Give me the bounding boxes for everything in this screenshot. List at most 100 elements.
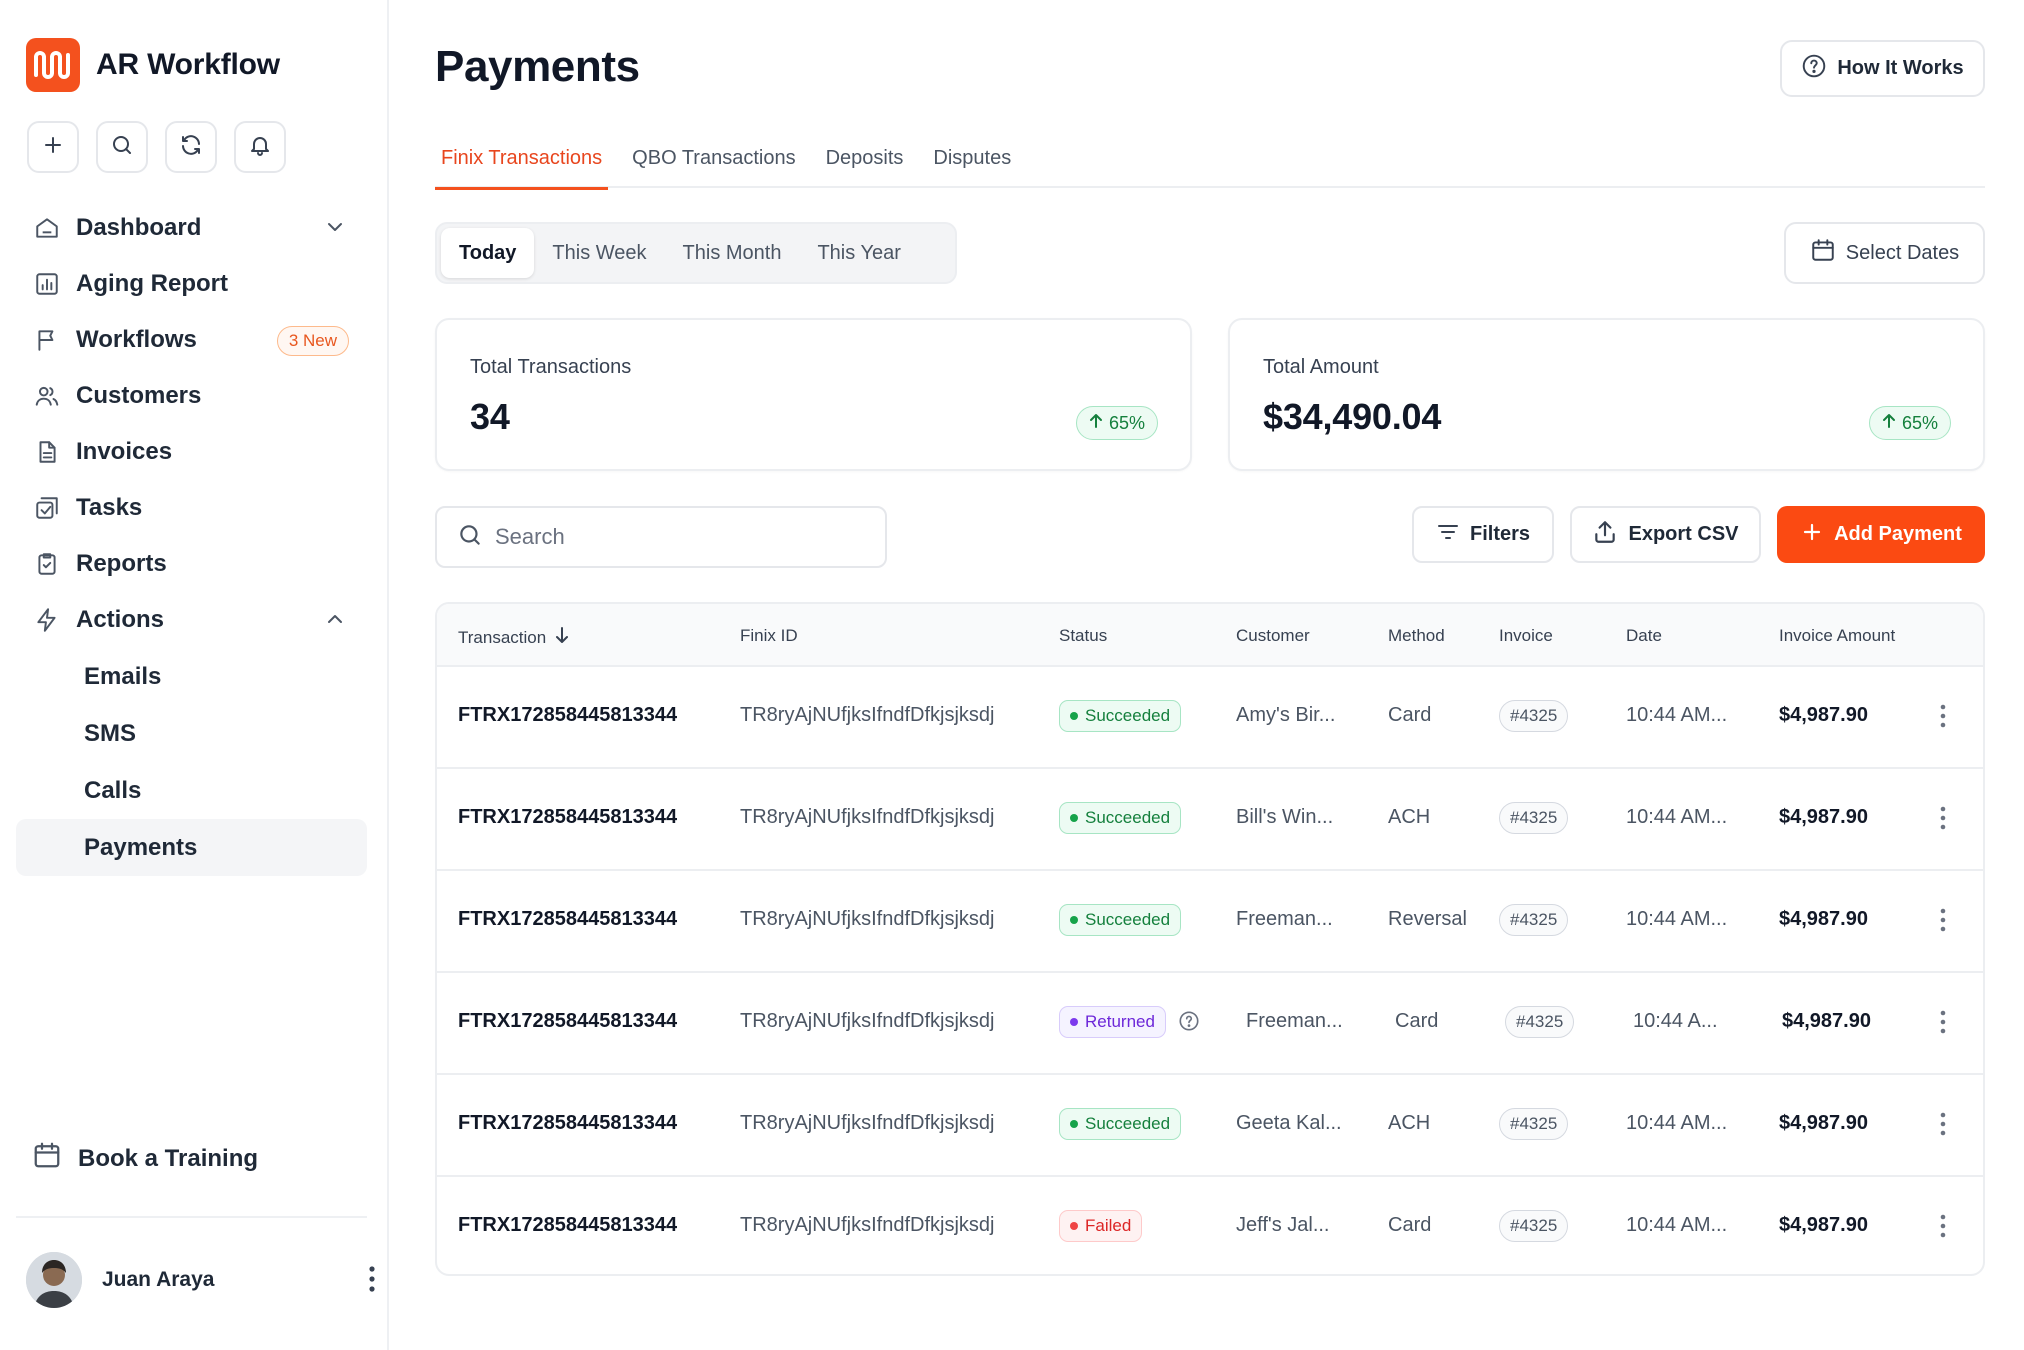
sidebar-item-aging-report[interactable]: Aging Report	[16, 256, 367, 312]
invoice-link[interactable]: #4325	[1499, 904, 1569, 936]
home-icon	[32, 213, 62, 243]
sidebar-item-dashboard[interactable]: Dashboard	[16, 200, 367, 256]
period-today[interactable]: Today	[441, 228, 535, 278]
table-row[interactable]: FTRX172858445813344 TR8ryAjNUfjksIfndfDf…	[437, 871, 1983, 973]
invoice-link[interactable]: #4325	[1505, 1006, 1575, 1038]
transaction-id: FTRX172858445813344	[458, 704, 678, 726]
select-dates-button[interactable]: Select Dates	[1784, 222, 1985, 284]
transaction-date: 10:44 A...	[1633, 1010, 1718, 1032]
chevron-up-icon[interactable]	[323, 607, 347, 638]
change-value: 65%	[1108, 412, 1145, 433]
status-dot	[1070, 814, 1078, 822]
table-row[interactable]: FTRX172858445813344 TR8ryAjNUfjksIfndfDf…	[437, 667, 1983, 769]
search-quick-button[interactable]	[96, 121, 148, 173]
add-quick-button[interactable]	[27, 121, 79, 173]
status-dot	[1070, 1120, 1078, 1128]
tab-deposits[interactable]: Deposits	[820, 140, 910, 188]
notifications-quick-button[interactable]	[234, 121, 286, 173]
stat-label: Total Transactions	[470, 356, 632, 378]
status-label: Succeeded	[1085, 808, 1171, 827]
invoice-amount: $4,987.90	[1782, 1010, 1871, 1032]
sidebar-item-tasks[interactable]: Tasks	[16, 480, 367, 536]
sidebar-item-reports[interactable]: Reports	[16, 536, 367, 592]
help-circle-icon[interactable]	[1178, 1010, 1200, 1037]
refresh-icon	[179, 133, 203, 162]
sidebar-item-actions[interactable]: Actions	[16, 592, 367, 648]
add-payment-label: Add Payment	[1834, 523, 1962, 545]
sidebar-item-label: Workflows	[76, 326, 197, 353]
sidebar-subitem-payments[interactable]: Payments	[16, 819, 367, 876]
more-vertical-icon[interactable]	[368, 1264, 376, 1299]
period-this-year[interactable]: This Year	[799, 228, 918, 278]
status-dot	[1070, 712, 1078, 720]
more-vertical-icon[interactable]	[1939, 703, 1947, 734]
stat-label: Total Amount	[1263, 356, 1379, 378]
period-this-month[interactable]: This Month	[665, 228, 800, 278]
more-vertical-icon[interactable]	[1939, 1111, 1947, 1142]
status-label: Succeeded	[1085, 910, 1171, 929]
tab-finix-transactions[interactable]: Finix Transactions	[435, 140, 609, 190]
new-badge: 3 New	[276, 326, 349, 356]
arrow-up-icon	[1882, 413, 1896, 434]
sidebar-subitem-emails[interactable]: Emails	[16, 648, 367, 705]
main-content: Payments How It Works Finix Transactions…	[390, 0, 2024, 1350]
transaction-date: 10:44 AM...	[1626, 704, 1728, 726]
column-label: Transaction	[458, 627, 547, 647]
filters-button[interactable]: Filters	[1412, 506, 1554, 563]
transaction-date: 10:44 AM...	[1626, 1214, 1728, 1236]
customer-name: Jeff's Jal...	[1236, 1214, 1330, 1236]
table-row[interactable]: FTRX172858445813344 TR8ryAjNUfjksIfndfDf…	[437, 769, 1983, 871]
column-header-transaction[interactable]: Transaction	[458, 626, 570, 649]
book-training-link[interactable]: Book a Training	[32, 1140, 258, 1177]
avatar	[26, 1252, 82, 1308]
period-this-week[interactable]: This Week	[534, 228, 664, 278]
table-row[interactable]: FTRX172858445813344 TR8ryAjNUfjksIfndfDf…	[437, 1177, 1983, 1274]
invoice-amount: $4,987.90	[1779, 704, 1868, 726]
sidebar-subitem-sms[interactable]: SMS	[16, 705, 367, 762]
search-input[interactable]	[495, 524, 855, 550]
sidebar-divider	[16, 1216, 367, 1218]
more-vertical-icon[interactable]	[1939, 805, 1947, 836]
invoice-amount: $4,987.90	[1779, 1214, 1868, 1236]
tab-disputes[interactable]: Disputes	[927, 140, 1017, 188]
sidebar-subitem-calls[interactable]: Calls	[16, 762, 367, 819]
table-row[interactable]: FTRX172858445813344 TR8ryAjNUfjksIfndfDf…	[437, 1075, 1983, 1177]
bar-chart-icon	[32, 269, 62, 299]
more-vertical-icon[interactable]	[1939, 907, 1947, 938]
transaction-date: 10:44 AM...	[1626, 908, 1728, 930]
user-profile[interactable]: Juan Araya	[26, 1252, 376, 1308]
refresh-quick-button[interactable]	[165, 121, 217, 173]
flag-icon	[32, 325, 62, 355]
status-badge: Succeeded	[1059, 802, 1182, 834]
export-csv-button[interactable]: Export CSV	[1570, 506, 1761, 563]
sidebar: AR Workflow Dashboard Aging Report Workf…	[0, 0, 389, 1350]
invoice-link[interactable]: #4325	[1499, 700, 1569, 732]
payment-method: Card	[1388, 1214, 1432, 1236]
how-it-works-button[interactable]: How It Works	[1780, 40, 1985, 97]
chevron-down-icon[interactable]	[323, 215, 347, 246]
invoice-link[interactable]: #4325	[1499, 1108, 1569, 1140]
transaction-id: FTRX172858445813344	[458, 806, 678, 828]
training-label: Book a Training	[78, 1144, 259, 1172]
status-label: Returned	[1085, 1012, 1155, 1031]
export-label: Export CSV	[1628, 523, 1739, 545]
add-payment-button[interactable]: Add Payment	[1777, 506, 1985, 563]
invoice-link[interactable]: #4325	[1499, 802, 1569, 834]
sidebar-item-customers[interactable]: Customers	[16, 368, 367, 424]
more-vertical-icon[interactable]	[1939, 1213, 1947, 1244]
table-header: Transaction Finix ID Status Customer Met…	[437, 604, 1983, 667]
sidebar-item-workflows[interactable]: Workflows 3 New	[16, 312, 367, 368]
status-label: Succeeded	[1085, 706, 1171, 725]
lightning-icon	[32, 605, 62, 635]
tab-qbo-transactions[interactable]: QBO Transactions	[626, 140, 801, 188]
payment-tabs: Finix Transactions QBO Transactions Depo…	[435, 140, 1985, 190]
more-vertical-icon[interactable]	[1939, 1009, 1947, 1040]
table-row[interactable]: FTRX172858445813344 TR8ryAjNUfjksIfndfDf…	[437, 973, 1983, 1075]
invoice-link[interactable]: #4325	[1499, 1210, 1569, 1242]
status-label: Failed	[1085, 1216, 1132, 1235]
stat-card-total-amount: Total Amount $34,490.04 65%	[1228, 318, 1985, 471]
sidebar-item-invoices[interactable]: Invoices	[16, 424, 367, 480]
finix-id: TR8ryAjNUfjksIfndfDfkjsjksdj	[740, 1112, 995, 1134]
brand[interactable]: AR Workflow	[26, 38, 280, 92]
status-badge: Succeeded	[1059, 904, 1182, 936]
